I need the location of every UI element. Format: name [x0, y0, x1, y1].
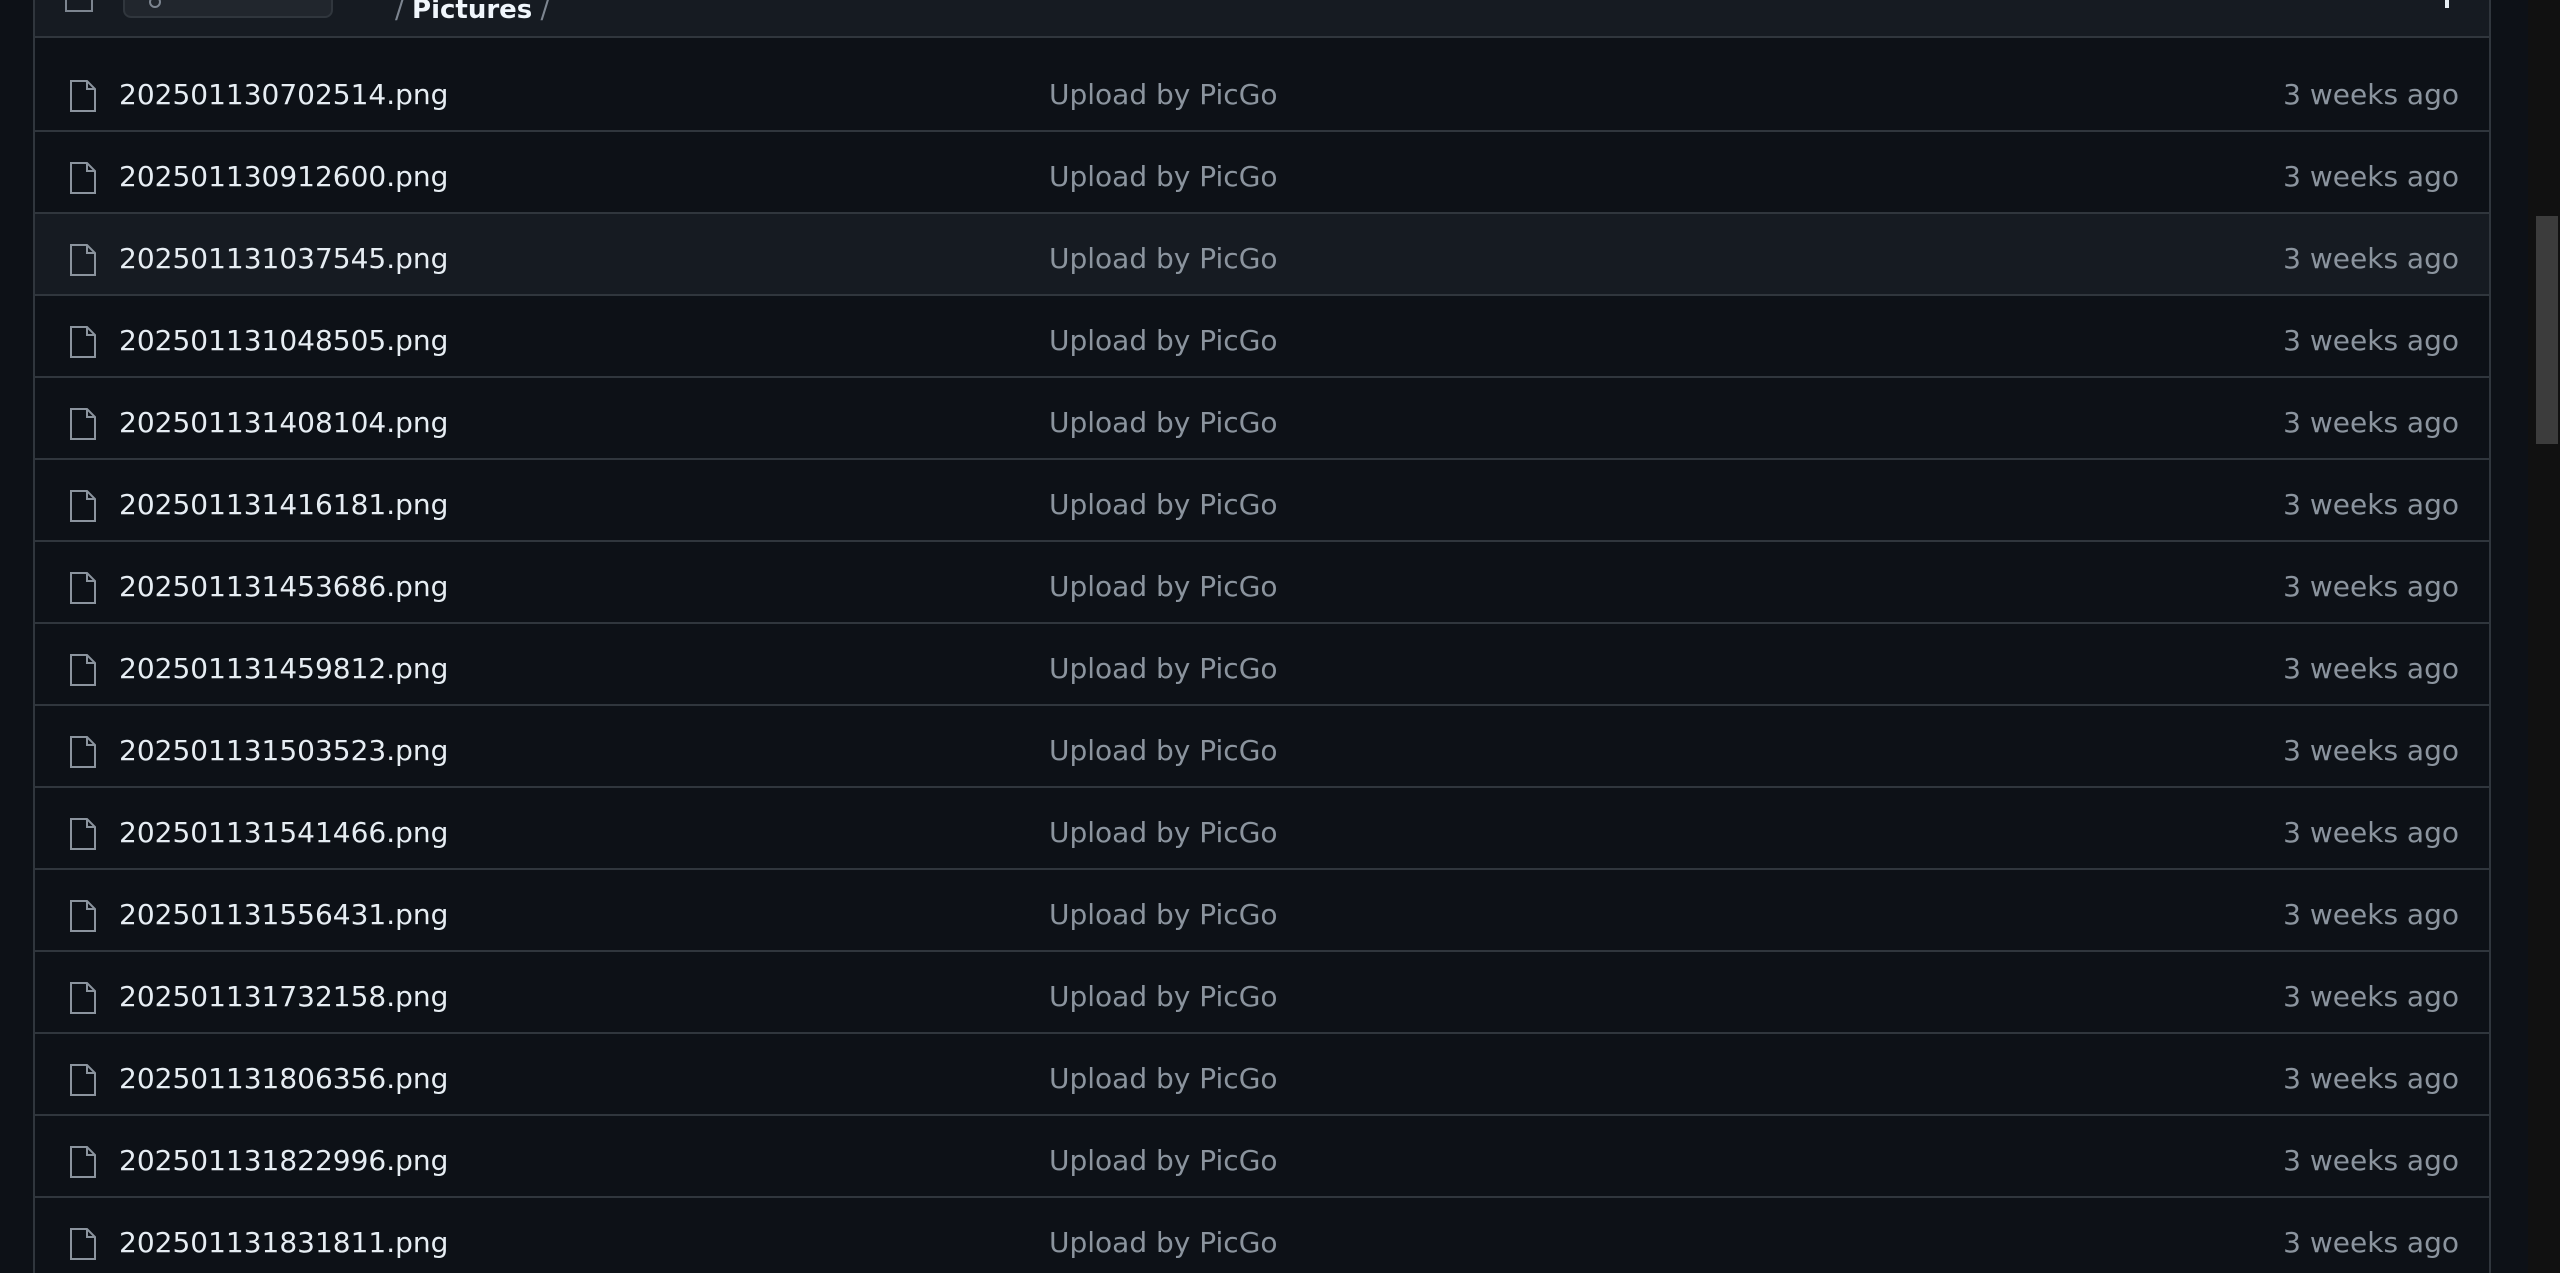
commit-age: 3 weeks ago	[2283, 78, 2459, 111]
file-row[interactable]: 202501131459812.png Upload by PicGo 3 we…	[35, 624, 2489, 706]
file-icon	[70, 900, 96, 932]
file-row[interactable]: 202501131453686.png Upload by PicGo 3 we…	[35, 542, 2489, 624]
file-icon	[70, 572, 96, 604]
file-icon	[70, 326, 96, 358]
file-row[interactable]: 202501130912600.png Upload by PicGo 3 we…	[35, 132, 2489, 214]
file-row[interactable]: 202501131503523.png Upload by PicGo 3 we…	[35, 706, 2489, 788]
file-row[interactable]: 202501131556431.png Upload by PicGo 3 we…	[35, 870, 2489, 952]
file-row[interactable]: 202501131048505.png Upload by PicGo 3 we…	[35, 296, 2489, 378]
commit-age: 3 weeks ago	[2283, 1062, 2459, 1095]
commit-message-link[interactable]: Upload by PicGo	[1049, 652, 1278, 685]
file-name-link[interactable]: 202501131556431.png	[119, 898, 448, 931]
file-icon	[70, 80, 96, 112]
commit-age: 3 weeks ago	[2283, 488, 2459, 521]
commit-age: 3 weeks ago	[2283, 652, 2459, 685]
file-row[interactable]: 202501131416181.png Upload by PicGo 3 we…	[35, 460, 2489, 542]
commit-message-link[interactable]: Upload by PicGo	[1049, 1144, 1278, 1177]
file-name-link[interactable]: 202501131459812.png	[119, 652, 448, 685]
commit-age: 3 weeks ago	[2283, 816, 2459, 849]
file-icon	[70, 1228, 96, 1260]
commit-age: 3 weeks ago	[2283, 570, 2459, 603]
file-row[interactable]: 202501131408104.png Upload by PicGo 3 we…	[35, 378, 2489, 460]
commit-message-link[interactable]: Upload by PicGo	[1049, 160, 1278, 193]
commit-message-link[interactable]: Upload by PicGo	[1049, 816, 1278, 849]
commit-age: 3 weeks ago	[2283, 406, 2459, 439]
file-icon	[70, 1064, 96, 1096]
file-icon	[70, 818, 96, 850]
commit-age: 3 weeks ago	[2283, 324, 2459, 357]
commit-message-link[interactable]: Upload by PicGo	[1049, 980, 1278, 1013]
file-name-link[interactable]: 202501131732158.png	[119, 980, 448, 1013]
file-row[interactable]: 202501131822996.png Upload by PicGo 3 we…	[35, 1116, 2489, 1198]
file-icon	[70, 1146, 96, 1178]
file-name-link[interactable]: 202501131408104.png	[119, 406, 448, 439]
file-row[interactable]: 202501131732158.png Upload by PicGo 3 we…	[35, 952, 2489, 1034]
commit-message-link[interactable]: Upload by PicGo	[1049, 898, 1278, 931]
repository-file-browser: / Pictures / 202501130702514.png Upload …	[0, 0, 2560, 1273]
commit-age: 3 weeks ago	[2283, 898, 2459, 931]
breadcrumb-separator: /	[395, 0, 404, 25]
file-row[interactable]: 202501131831811.png Upload by PicGo 3 we…	[35, 1198, 2489, 1273]
sidebar-toggle-icon[interactable]	[65, 0, 93, 12]
file-icon	[70, 982, 96, 1014]
file-name-link[interactable]: 202501130912600.png	[119, 160, 448, 193]
commit-age: 3 weeks ago	[2283, 242, 2459, 275]
file-name-link[interactable]: 202501131822996.png	[119, 1144, 448, 1177]
commit-message-link[interactable]: Upload by PicGo	[1049, 1062, 1278, 1095]
file-icon	[70, 490, 96, 522]
commit-message-link[interactable]: Upload by PicGo	[1049, 242, 1278, 275]
vertical-scrollbar[interactable]	[2528, 0, 2560, 1273]
file-name-link[interactable]: 202501131037545.png	[119, 242, 448, 275]
commit-message-link[interactable]: Upload by PicGo	[1049, 734, 1278, 767]
commit-age: 3 weeks ago	[2283, 980, 2459, 1013]
breadcrumb-current-folder: Pictures	[412, 0, 533, 25]
commit-message-link[interactable]: Upload by PicGo	[1049, 1226, 1278, 1259]
file-name-link[interactable]: 202501131806356.png	[119, 1062, 448, 1095]
commit-message-link[interactable]: Upload by PicGo	[1049, 78, 1278, 111]
file-row[interactable]: 202501131037545.png Upload by PicGo 3 we…	[35, 214, 2489, 296]
breadcrumb-separator: /	[540, 0, 550, 25]
file-name-link[interactable]: 202501131541466.png	[119, 816, 448, 849]
commit-age: 3 weeks ago	[2283, 160, 2459, 193]
file-icon	[70, 408, 96, 440]
commit-message-link[interactable]: Upload by PicGo	[1049, 488, 1278, 521]
file-list-header: / Pictures /	[35, 0, 2489, 38]
file-name-link[interactable]: 202501131048505.png	[119, 324, 448, 357]
scrollbar-thumb[interactable]	[2536, 216, 2558, 444]
header-action-icon[interactable]	[2445, 0, 2449, 8]
commit-age: 3 weeks ago	[2283, 1226, 2459, 1259]
file-row[interactable]: 202501131541466.png Upload by PicGo 3 we…	[35, 788, 2489, 870]
file-icon	[70, 654, 96, 686]
branch-icon	[149, 0, 161, 8]
file-row[interactable]: 202501131806356.png Upload by PicGo 3 we…	[35, 1034, 2489, 1116]
file-name-link[interactable]: 202501131503523.png	[119, 734, 448, 767]
commit-message-link[interactable]: Upload by PicGo	[1049, 324, 1278, 357]
commit-age: 3 weeks ago	[2283, 734, 2459, 767]
commit-message-link[interactable]: Upload by PicGo	[1049, 570, 1278, 603]
file-rows: 202501130702514.png Upload by PicGo 3 we…	[35, 50, 2489, 1273]
file-list-panel: / Pictures / 202501130702514.png Upload …	[33, 0, 2491, 1273]
file-icon	[70, 162, 96, 194]
commit-message-link[interactable]: Upload by PicGo	[1049, 406, 1278, 439]
file-icon	[70, 244, 96, 276]
commit-age: 3 weeks ago	[2283, 1144, 2459, 1177]
file-name-link[interactable]: 202501131453686.png	[119, 570, 448, 603]
file-name-link[interactable]: 202501131831811.png	[119, 1226, 448, 1259]
breadcrumb: / Pictures /	[395, 0, 549, 23]
file-row[interactable]: 202501130702514.png Upload by PicGo 3 we…	[35, 50, 2489, 132]
branch-selector-button[interactable]	[123, 0, 333, 18]
file-icon	[70, 736, 96, 768]
file-name-link[interactable]: 202501130702514.png	[119, 78, 448, 111]
file-name-link[interactable]: 202501131416181.png	[119, 488, 448, 521]
